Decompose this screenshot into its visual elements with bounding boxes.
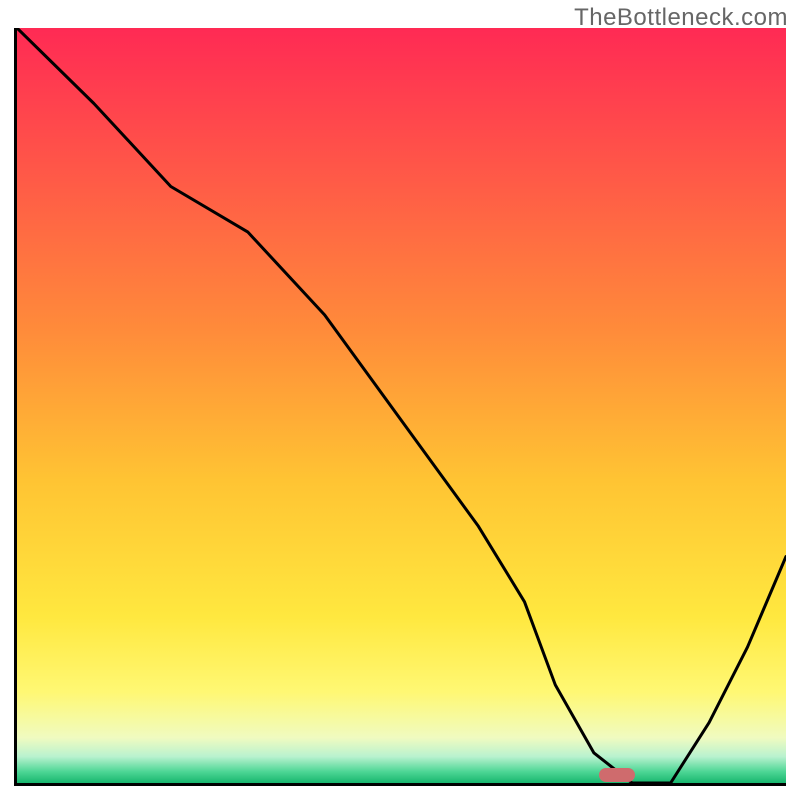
- chart-svg: [17, 28, 786, 783]
- gradient-backdrop: [17, 28, 786, 783]
- optimum-marker: [599, 768, 635, 782]
- plot-area: [14, 28, 786, 786]
- chart-stage: TheBottleneck.com: [0, 0, 800, 800]
